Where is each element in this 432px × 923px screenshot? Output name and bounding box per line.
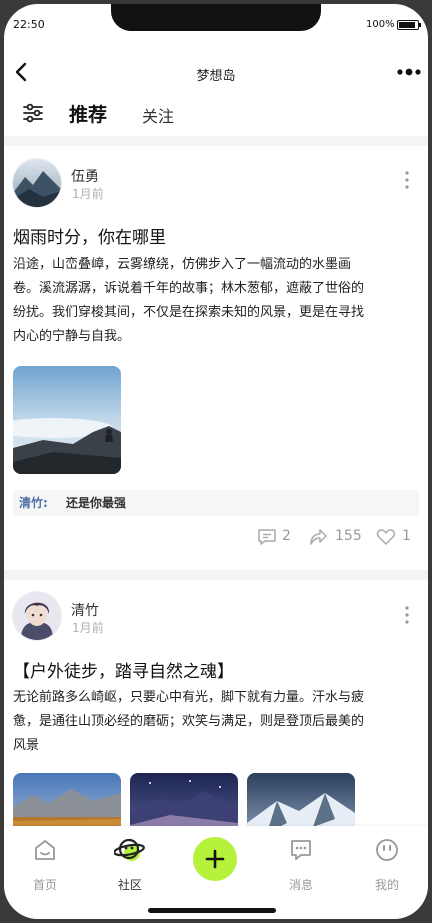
post-body: 沿途，山峦叠嶂，云雾缭绕，仿佛步入了一幅流动的水墨画 卷。溪流潺潺，诉说着千年的… bbox=[13, 253, 417, 349]
tab-label: 社区 bbox=[117, 878, 142, 892]
avatar[interactable] bbox=[13, 159, 61, 207]
post-body-line: 沿途，山峦叠嶂，云雾缭绕，仿佛步入了一幅流动的水墨画 bbox=[13, 257, 352, 272]
post-body: 无论前路多么崎岖，只要心中有光，脚下就有力量。汗水与疲 惫，是通往山顶必经的磨砺… bbox=[13, 686, 417, 758]
divider bbox=[4, 136, 428, 146]
post-time: 1月前 bbox=[72, 187, 104, 201]
filter-icon[interactable] bbox=[22, 102, 44, 124]
notch bbox=[111, 4, 321, 31]
battery-percent: 100% bbox=[366, 19, 395, 30]
bottom-tab-bar: 首页 社区 消息 我的 bbox=[4, 826, 428, 919]
more-vert-icon[interactable] bbox=[405, 606, 409, 624]
post-title: 烟雨时分，你在哪里 bbox=[13, 228, 166, 248]
like-count: 1 bbox=[402, 528, 411, 544]
message-icon bbox=[291, 840, 311, 860]
status-bar: 22:50 100% bbox=[4, 4, 428, 42]
battery-icon bbox=[397, 20, 421, 30]
tab-label: 首页 bbox=[32, 878, 57, 892]
post-time: 1月前 bbox=[72, 621, 104, 635]
post-body-line: 卷。溪流潺潺，诉说着千年的故事；林木葱郁，遮蔽了世俗的 bbox=[13, 281, 365, 296]
post-body-line: 惫，是通往山顶必经的磨砺；欢笑与满足，则是登顶后最美的 bbox=[13, 714, 365, 729]
tab-follow[interactable]: 关注 bbox=[142, 103, 174, 127]
add-post-button[interactable] bbox=[193, 837, 237, 881]
tab-label: 消息 bbox=[288, 878, 313, 892]
home-icon bbox=[35, 840, 55, 860]
share-icon[interactable] bbox=[308, 527, 328, 547]
post-author[interactable]: 清竹 bbox=[71, 600, 99, 620]
post-stats: 2 155 1 bbox=[4, 526, 428, 548]
comment-count: 2 bbox=[282, 528, 291, 544]
planet-icon bbox=[114, 838, 145, 861]
tab-label: 我的 bbox=[374, 878, 399, 892]
phone-screen: 22:50 100% 梦想岛 推荐 关注 伍勇 1月前 烟雨时分，你在哪里 沿途… bbox=[4, 4, 428, 919]
post-body-line: 纷扰。我们穿梭其间，不仅是在探索未知的风景，更是在寻找 bbox=[13, 305, 365, 320]
home-indicator bbox=[148, 908, 276, 913]
post-body-line: 内心的宁静与自我。 bbox=[13, 329, 131, 344]
share-count: 155 bbox=[335, 528, 362, 544]
more-icon[interactable] bbox=[397, 67, 421, 77]
tab-recommend[interactable]: 推荐 bbox=[69, 100, 107, 127]
face-icon bbox=[376, 839, 398, 861]
comment-icon[interactable] bbox=[257, 527, 277, 547]
post-title: 【户外徒步，踏寻自然之魂】 bbox=[13, 662, 234, 682]
page-title: 梦想岛 bbox=[196, 69, 236, 84]
comment-preview[interactable]: 清竹: 还是你最强 bbox=[13, 490, 419, 516]
status-time: 22:50 bbox=[13, 18, 45, 31]
post-author[interactable]: 伍勇 bbox=[71, 166, 99, 186]
heart-icon[interactable] bbox=[376, 527, 396, 547]
post-image[interactable] bbox=[13, 366, 121, 474]
more-vert-icon[interactable] bbox=[405, 171, 409, 189]
tab-community[interactable]: 社区 bbox=[100, 834, 160, 894]
post-body-line: 无论前路多么崎岖，只要心中有光，脚下就有力量。汗水与疲 bbox=[13, 690, 365, 705]
avatar[interactable] bbox=[13, 592, 61, 640]
divider bbox=[4, 570, 428, 580]
nav-bar: 梦想岛 bbox=[4, 52, 428, 92]
add-icon bbox=[205, 849, 225, 869]
post-body-line: 风景 bbox=[13, 738, 40, 753]
tab-mine[interactable]: 我的 bbox=[357, 834, 417, 894]
feed-tabs: 推荐 关注 bbox=[4, 94, 428, 138]
tab-home[interactable]: 首页 bbox=[15, 834, 75, 894]
tab-messages[interactable]: 消息 bbox=[271, 834, 331, 894]
comment-user[interactable]: 清竹: bbox=[19, 490, 48, 516]
comment-text: 还是你最强 bbox=[66, 496, 127, 510]
